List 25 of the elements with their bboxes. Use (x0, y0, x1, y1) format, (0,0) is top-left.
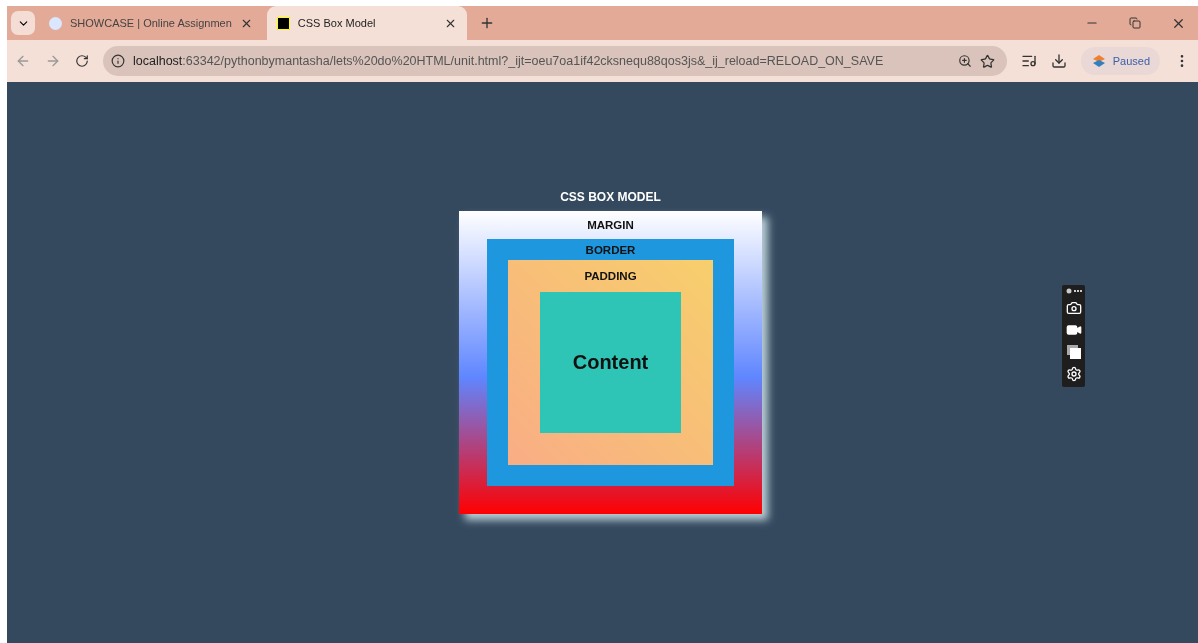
info-icon[interactable] (111, 54, 125, 68)
browser-tab[interactable]: CSS Box Model (266, 6, 467, 40)
restore-icon[interactable] (1129, 15, 1141, 31)
content-label: Content (572, 351, 649, 374)
zoom-icon[interactable] (957, 54, 972, 68)
media-icon[interactable] (1020, 53, 1037, 69)
app-logo-icon (276, 16, 290, 30)
address-bar[interactable]: localhost:63342/pythonbymantasha/lets%20do%20HTML/unit.html?_ijt=oeu7oa1if42cksnequ88qos3js&_ij_reload=RELOAD_ON_SAVE (103, 46, 1007, 76)
diagram-title: CSS BOX MODEL (560, 190, 661, 204)
tab-search-button[interactable] (11, 11, 35, 35)
windows-icon[interactable] (1065, 344, 1082, 360)
camera-icon[interactable] (1065, 300, 1082, 316)
url-text: localhost:63342/pythonbymantasha/lets%20do%20HTML/unit.html?_ijt=oeu7oa1if42cksnequ88qos3js&_ij_reload=RELOAD_ON_SAVE (133, 54, 885, 68)
tab-title: CSS Box Model (297, 17, 377, 29)
padding-label: PADDING (584, 269, 637, 284)
settings-icon[interactable] (1065, 366, 1082, 382)
tab-title: SHOWCASE | Online Assignmen (70, 17, 232, 29)
reload-icon[interactable] (75, 54, 89, 68)
download-icon[interactable] (1050, 53, 1067, 69)
border-label: BORDER (585, 242, 636, 258)
video-icon[interactable] (1065, 322, 1082, 338)
margin-label: MARGIN (587, 218, 634, 233)
star-icon[interactable] (979, 53, 995, 69)
browser-tab[interactable]: SHOWCASE | Online Assignmen (39, 9, 263, 37)
profile-button[interactable]: Paused (1080, 47, 1160, 75)
